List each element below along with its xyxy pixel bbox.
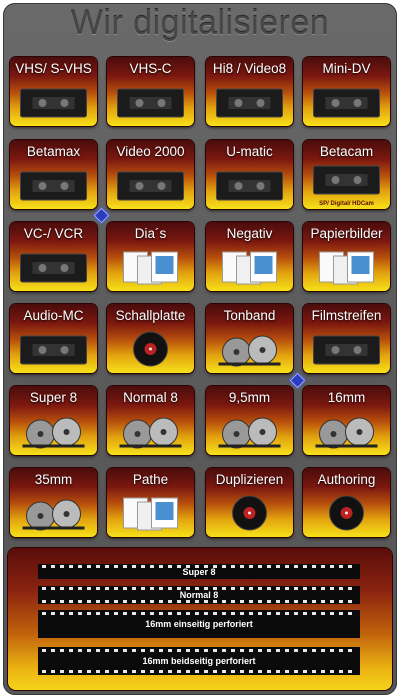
super8-reels-icon (18, 412, 89, 450)
hi8-cassette-icon (214, 83, 285, 121)
tile-audio-mc[interactable]: Audio-MC (10, 304, 97, 373)
tile-label: U-matic (226, 144, 273, 159)
tile-label: Negativ (226, 226, 273, 241)
strip-super-8[interactable]: Super 8 (38, 564, 360, 579)
tile-35mm[interactable]: 35mm (10, 468, 97, 537)
tile-label: 16mm (327, 390, 366, 405)
strip-label: Normal 8 (179, 590, 219, 600)
tile-tonband[interactable]: Tonband (206, 304, 293, 373)
tile-label: Betamax (26, 144, 81, 159)
tile-authoring[interactable]: Authoring (303, 468, 390, 537)
tile-vhs-s-vhs[interactable]: VHS/ S-VHS (10, 57, 97, 126)
tile-label: Hi8 / Video8 (212, 61, 287, 76)
authoring-disc-icon (311, 494, 382, 532)
negative-photo-icon (214, 248, 285, 286)
video2000-cassette-icon (115, 166, 186, 204)
tile-label: Tonband (223, 308, 276, 323)
tile-betamax[interactable]: Betamax (10, 140, 97, 209)
tile-betacam[interactable]: Betacam SP/ Digital/ HDCam (303, 140, 390, 209)
film-cans-icon (214, 412, 285, 450)
tile-label: Authoring (317, 472, 376, 487)
tile-negativ[interactable]: Negativ (206, 222, 293, 291)
tile-label: Audio-MC (23, 308, 84, 323)
tile-label: Mini-DV (322, 61, 371, 76)
perforation (42, 649, 356, 652)
tile-vhs-c[interactable]: VHS-C (107, 57, 194, 126)
strip-label: 16mm beidseitig perforiert (142, 656, 256, 666)
tile-vc-vcr[interactable]: VC-/ VCR (10, 222, 97, 291)
tile-label: Dia´s (134, 226, 167, 241)
paper-photos-icon (311, 248, 382, 286)
tile-super-8[interactable]: Super 8 (10, 386, 97, 455)
tile-u-matic[interactable]: U-matic (206, 140, 293, 209)
tile-label: Schallplatte (115, 308, 186, 323)
tile-9-5mm[interactable]: 9,5mm (206, 386, 293, 455)
tile-label: VHS/ S-VHS (15, 61, 92, 76)
tile-label: Duplizieren (215, 472, 284, 487)
tile-mini-dv[interactable]: Mini-DV (303, 57, 390, 126)
tile-dia-s[interactable]: Dia´s (107, 222, 194, 291)
disc-stack-icon (214, 494, 285, 532)
page-title: Wir digitalisieren (70, 4, 330, 42)
tile-label: Betacam (319, 144, 374, 159)
tile-label: VC-/ VCR (23, 226, 84, 241)
tile-schallplatte[interactable]: Schallplatte (107, 304, 194, 373)
film-reel-35mm-icon (18, 494, 89, 532)
tape-reel-icon (214, 330, 285, 368)
tile-label: 9,5mm (228, 390, 271, 405)
audio-cassette-icon (18, 330, 89, 368)
perforation (42, 670, 356, 673)
strip-16mm-beidseitig[interactable]: 16mm beidseitig perforiert (38, 647, 360, 675)
tile-16mm[interactable]: 16mm (303, 386, 390, 455)
tile-label: Video 2000 (116, 144, 185, 159)
strip-16mm-einseitig[interactable]: 16mm einseitig perforiert (38, 610, 360, 638)
strip-normal-8[interactable]: Normal 8 (38, 586, 360, 604)
vcr-cassette-icon (18, 248, 89, 286)
strip-label: 16mm einseitig perforiert (145, 619, 253, 629)
tile-filmstreifen[interactable]: Filmstreifen (303, 304, 390, 373)
film-strip-panel: Super 8 Normal 8 16mm einseitig perforie… (8, 548, 392, 690)
vhsc-cassette-icon (115, 83, 186, 121)
tile-label: Papierbilder (310, 226, 383, 241)
tile-pathe[interactable]: Pathe (107, 468, 194, 537)
vinyl-record-icon (115, 330, 186, 368)
betamax-cassette-icon (18, 166, 89, 204)
film-strip-icon (311, 330, 382, 368)
tile-normal-8[interactable]: Normal 8 (107, 386, 194, 455)
normal8-reel-icon (115, 412, 186, 450)
slides-icon (115, 248, 186, 286)
tile-label: Super 8 (29, 390, 78, 405)
tile-video-2000[interactable]: Video 2000 (107, 140, 194, 209)
strip-label: Super 8 (182, 566, 216, 577)
pathe-logo-icon (115, 494, 186, 532)
minidv-cassette-icon (311, 83, 382, 121)
perforation (42, 612, 356, 615)
umatic-cassette-icon (214, 166, 285, 204)
tile-duplizieren[interactable]: Duplizieren (206, 468, 293, 537)
tile-label: VHS-C (129, 61, 172, 76)
betacam-cassette-icon (311, 160, 382, 198)
tile-label: Normal 8 (123, 390, 178, 405)
tile-sublabel: SP/ Digital/ HDCam (319, 201, 374, 207)
tile-label: Filmstreifen (311, 308, 382, 323)
vhs-cassette-icon (18, 83, 89, 121)
perforation (42, 600, 356, 603)
tile-hi8-video8[interactable]: Hi8 / Video8 (206, 57, 293, 126)
film-reel-16mm-icon (311, 412, 382, 450)
tile-papierbilder[interactable]: Papierbilder (303, 222, 390, 291)
tile-label: 35mm (34, 472, 73, 487)
tile-label: Pathe (132, 472, 169, 487)
